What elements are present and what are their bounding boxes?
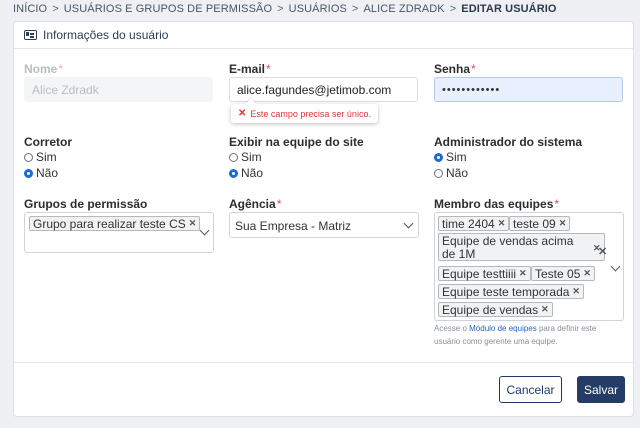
tag-label: Equipe teste temporada xyxy=(442,284,570,299)
admin-label: Administrador do sistema xyxy=(434,135,583,149)
radio-label: Sim xyxy=(446,150,467,164)
radio-label: Não xyxy=(36,166,59,180)
corretor-label: Corretor xyxy=(24,135,73,149)
corretor-nao[interactable]: Não xyxy=(24,166,58,180)
tag-label: Teste 05 xyxy=(535,266,581,281)
equipes-help-text: Acesse o Módulo de equipes para definir … xyxy=(434,322,624,348)
clear-all-icon[interactable]: ✕ xyxy=(598,245,607,258)
radio-label: Não xyxy=(446,166,469,180)
footer-divider xyxy=(14,362,633,363)
exibir-nao[interactable]: Não xyxy=(229,166,263,180)
tag-label: Equipe de vendas acima de 1M xyxy=(442,234,574,261)
save-button[interactable]: Salvar xyxy=(577,376,625,403)
chevron-down-icon[interactable] xyxy=(610,261,621,272)
user-info-card: Informações do usuário Nome* Alice Zdrad… xyxy=(13,21,634,417)
email-label: E-mail* xyxy=(229,62,271,76)
radio-icon[interactable] xyxy=(434,168,443,178)
exibir-label: Exibir na equipe do site xyxy=(229,135,364,149)
senha-label: Senha* xyxy=(434,62,476,76)
nome-field: Alice Zdradk xyxy=(24,77,213,102)
email-error-tooltip: ✕ Este campo precisa ser único. xyxy=(231,104,378,123)
grupos-select[interactable]: Grupo para realizar teste CS ✕ xyxy=(24,212,214,253)
error-x-icon: ✕ xyxy=(238,108,247,119)
email-error-text: Este campo precisa ser único. xyxy=(250,108,371,119)
tag-label: teste 09 xyxy=(513,216,556,231)
card-title: Informações do usuário xyxy=(43,28,169,42)
breadcrumb-separator: > xyxy=(52,3,59,15)
remove-tag-icon[interactable]: ✕ xyxy=(189,218,197,229)
help-prefix: Acesse o xyxy=(434,324,467,333)
breadcrumb-separator: > xyxy=(277,3,284,15)
equipe-tag: time 2404 ✕ xyxy=(438,216,510,231)
modulo-equipes-link[interactable]: Módulo de equipes xyxy=(469,324,537,333)
admin-nao[interactable]: Não xyxy=(434,166,468,180)
grupos-tag: Grupo para realizar teste CS ✕ xyxy=(29,216,201,231)
tag-label: Grupo para realizar teste CS xyxy=(33,216,186,231)
remove-tag-icon[interactable]: ✕ xyxy=(541,304,549,315)
agencia-label: Agência* xyxy=(229,197,282,211)
radio-icon[interactable] xyxy=(229,152,238,162)
equipe-tag: Equipe teste temporada ✕ xyxy=(438,284,584,299)
equipes-label: Membro das equipes* xyxy=(434,197,560,211)
breadcrumb-inicio[interactable]: INÍCIO xyxy=(13,3,47,15)
breadcrumb-current: EDITAR USUÁRIO xyxy=(461,3,557,15)
breadcrumb-separator: > xyxy=(449,3,457,15)
remove-tag-icon[interactable]: ✕ xyxy=(572,286,580,297)
breadcrumb-separator: > xyxy=(351,3,359,15)
radio-checked-icon[interactable] xyxy=(24,168,33,178)
radio-label: Sim xyxy=(36,150,57,164)
remove-tag-icon[interactable]: ✕ xyxy=(583,268,591,279)
email-field[interactable]: alice.fagundes@jetimob.com xyxy=(229,77,418,102)
card-header: Informações do usuário xyxy=(14,22,633,49)
equipe-tag: Equipe de vendas ✕ xyxy=(438,302,553,317)
equipe-tag: Equipe de vendas acima de 1M ✕ xyxy=(438,233,605,261)
nome-label: Nome* xyxy=(24,62,64,76)
remove-tag-icon[interactable]: ✕ xyxy=(559,218,567,229)
remove-tag-icon[interactable]: ✕ xyxy=(519,268,527,279)
chevron-down-icon[interactable] xyxy=(199,225,210,236)
tag-label: time 2404 xyxy=(442,216,495,231)
radio-checked-icon[interactable] xyxy=(229,168,238,178)
equipe-tag: teste 09 ✕ xyxy=(509,216,571,231)
equipe-tag: Equipe testtiiii ✕ xyxy=(438,266,531,281)
corretor-sim[interactable]: Sim xyxy=(24,150,57,164)
senha-field[interactable]: •••••••••••• xyxy=(434,77,623,102)
chevron-down-icon[interactable] xyxy=(403,218,414,229)
agencia-select[interactable]: Sua Empresa - Matriz xyxy=(229,212,419,238)
radio-icon[interactable] xyxy=(24,152,33,162)
radio-checked-icon[interactable] xyxy=(434,152,443,162)
breadcrumb-usuarios[interactable]: USUÁRIOS xyxy=(289,3,347,15)
admin-sim[interactable]: Sim xyxy=(434,150,467,164)
radio-label: Não xyxy=(241,166,264,180)
breadcrumb-user[interactable]: ALICE ZDRADK xyxy=(363,3,444,15)
tag-label: Equipe de vendas xyxy=(442,302,539,317)
cancel-button[interactable]: Cancelar xyxy=(499,376,562,403)
exibir-sim[interactable]: Sim xyxy=(229,150,262,164)
radio-label: Sim xyxy=(241,150,262,164)
id-card-icon xyxy=(24,30,37,40)
equipes-select[interactable]: time 2404 ✕ teste 09 ✕ Equipe de vendas ac… xyxy=(434,212,624,321)
breadcrumb: INÍCIO > USUÁRIOS E GRUPOS DE PERMISSÃO … xyxy=(13,2,557,16)
agencia-value: Sua Empresa - Matriz xyxy=(235,219,352,233)
tag-label: Equipe testtiiii xyxy=(442,266,517,281)
remove-tag-icon[interactable]: ✕ xyxy=(498,218,506,229)
breadcrumb-usuarios-grupos[interactable]: USUÁRIOS E GRUPOS DE PERMISSÃO xyxy=(64,3,272,15)
equipe-tag: Teste 05 ✕ xyxy=(531,266,595,281)
grupos-label: Grupos de permissão xyxy=(24,197,148,211)
